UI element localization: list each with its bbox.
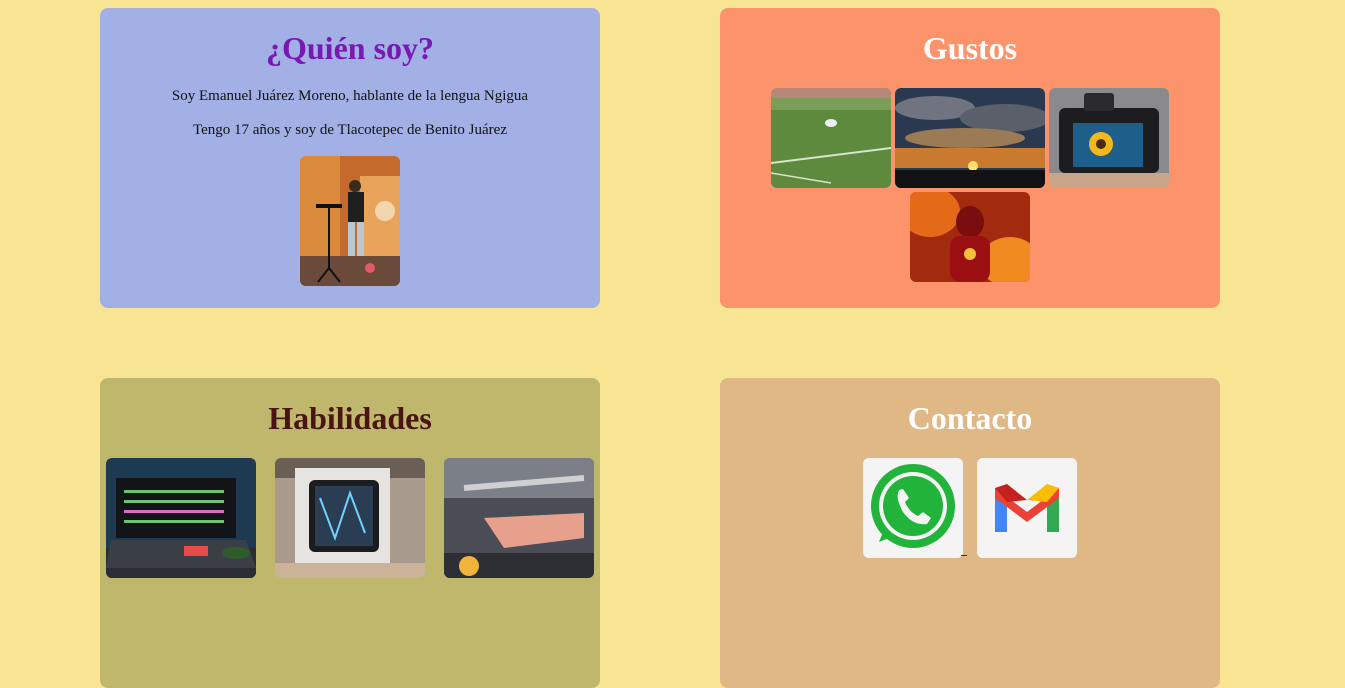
about-line-age: Tengo 17 años y soy de Tlacotepec de Ben… [193,122,507,138]
link-underline [961,555,967,556]
hobbies-title: Gustos [922,30,1018,66]
gmail-icon [977,458,1077,558]
tablet-device-photo [275,458,425,578]
laptop-photo [106,458,256,578]
contact-card: Contacto [720,378,1220,688]
whatsapp-link[interactable] [863,458,963,558]
about-line-name: Soy Emanuel Juárez Moreno, hablante de l… [171,88,529,104]
skills-title: Habilidades [268,400,432,436]
flash-hero-photo [910,192,1030,282]
profile-photo [300,156,400,286]
gmail-link[interactable] [977,458,1077,558]
soccer-field-photo [771,88,891,188]
whatsapp-icon [863,458,963,558]
sunset-photo [895,88,1045,188]
contact-title: Contacto [907,400,1033,436]
skills-card: Habilidades [100,378,600,688]
about-card: ¿Quién soy? Soy Emanuel Juárez Moreno, h… [100,8,600,308]
camera-sunflower-photo [1049,88,1169,188]
hobbies-card: Gustos [720,8,1220,308]
printer-hand-photo [444,458,594,578]
about-title: ¿Quién soy? [265,30,435,66]
